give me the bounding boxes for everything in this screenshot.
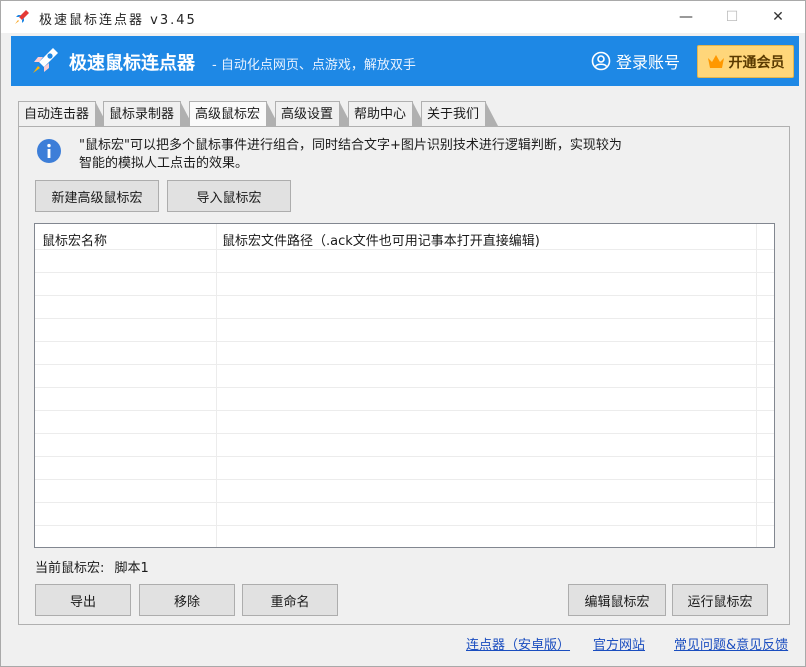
official-website-link[interactable]: 官方网站 bbox=[593, 634, 645, 653]
export-button[interactable]: 导出 bbox=[35, 584, 131, 616]
row-divider bbox=[35, 249, 774, 250]
macro-table[interactable]: 鼠标宏名称 鼠标宏文件路径（.ack文件也可用记事本打开直接编辑) bbox=[34, 223, 775, 548]
table-header: 鼠标宏名称 鼠标宏文件路径（.ack文件也可用记事本打开直接编辑) bbox=[35, 224, 755, 249]
rocket-logo-icon bbox=[33, 48, 58, 73]
run-macro-button[interactable]: 运行鼠标宏 bbox=[672, 584, 768, 616]
info-line-1: "鼠标宏"可以把多个鼠标事件进行组合，同时结合文字+图片识别技术进行逻辑判断，实… bbox=[79, 138, 622, 153]
tab-advanced-macro[interactable]: 高级鼠标宏 bbox=[189, 101, 279, 126]
header-banner: 极速鼠标连点器 - 自动化点网页、点游戏，解放双手 登录账号 开通会员 bbox=[11, 36, 799, 86]
tab-advanced-settings[interactable]: 高级设置 bbox=[275, 101, 352, 126]
rename-button[interactable]: 重命名 bbox=[242, 584, 338, 616]
banner-title: 极速鼠标连点器 bbox=[69, 53, 195, 74]
row-divider bbox=[35, 502, 774, 503]
row-divider bbox=[35, 272, 774, 273]
minimize-button[interactable]: — bbox=[663, 1, 709, 33]
row-divider bbox=[35, 318, 774, 319]
faq-feedback-link[interactable]: 常见问题&意见反馈 bbox=[674, 634, 788, 653]
row-divider bbox=[35, 479, 774, 480]
edit-macro-button[interactable]: 编辑鼠标宏 bbox=[568, 584, 666, 616]
window-title: 极速鼠标连点器 v3.45 bbox=[39, 13, 197, 28]
info-line-2: 智能的模拟人工点击的效果。 bbox=[79, 156, 249, 171]
android-version-link[interactable]: 连点器（安卓版） bbox=[466, 634, 570, 653]
current-macro-label: 当前鼠标宏: bbox=[35, 561, 105, 576]
row-divider bbox=[35, 341, 774, 342]
tab-auto-clicker[interactable]: 自动连击器 bbox=[18, 101, 108, 126]
row-divider bbox=[35, 456, 774, 457]
crown-icon bbox=[707, 54, 724, 68]
user-icon bbox=[591, 51, 611, 71]
row-divider bbox=[35, 295, 774, 296]
column-header-path[interactable]: 鼠标宏文件路径（.ack文件也可用记事本打开直接编辑) bbox=[222, 230, 540, 249]
vip-label: 开通会员 bbox=[728, 54, 785, 71]
banner-slogan: - 自动化点网页、点游戏，解放双手 bbox=[212, 58, 416, 73]
close-button[interactable]: ✕ bbox=[755, 1, 801, 33]
login-label: 登录账号 bbox=[616, 53, 681, 72]
rocket-icon bbox=[15, 10, 29, 24]
info-icon bbox=[37, 139, 61, 163]
app-window: 极速鼠标连点器 v3.45 — ☐ ✕ 极速鼠标连点器 - 自动化点网页、点游戏… bbox=[0, 0, 806, 667]
row-divider bbox=[35, 525, 774, 526]
tab-mouse-recorder[interactable]: 鼠标录制器 bbox=[103, 101, 193, 126]
current-macro: 当前鼠标宏: 脚本1 bbox=[35, 557, 149, 576]
info-description: "鼠标宏"可以把多个鼠标事件进行组合，同时结合文字+图片识别技术进行逻辑判断，实… bbox=[79, 137, 679, 173]
tab-about-us[interactable]: 关于我们 bbox=[421, 101, 498, 126]
maximize-button[interactable]: ☐ bbox=[709, 1, 755, 33]
row-divider bbox=[35, 410, 774, 411]
new-macro-button[interactable]: 新建高级鼠标宏 bbox=[35, 180, 159, 212]
row-divider bbox=[35, 364, 774, 365]
current-macro-value: 脚本1 bbox=[114, 561, 149, 576]
column-header-name[interactable]: 鼠标宏名称 bbox=[42, 230, 107, 249]
row-divider bbox=[35, 387, 774, 388]
login-button[interactable]: 登录账号 bbox=[591, 49, 680, 73]
row-divider bbox=[35, 433, 774, 434]
remove-button[interactable]: 移除 bbox=[139, 584, 235, 616]
title-bar[interactable]: 极速鼠标连点器 v3.45 — ☐ ✕ bbox=[1, 1, 805, 33]
macro-panel: "鼠标宏"可以把多个鼠标事件进行组合，同时结合文字+图片识别技术进行逻辑判断，实… bbox=[18, 126, 790, 625]
import-macro-button[interactable]: 导入鼠标宏 bbox=[167, 180, 291, 212]
vip-button[interactable]: 开通会员 bbox=[697, 45, 794, 78]
tab-help-center[interactable]: 帮助中心 bbox=[348, 101, 425, 126]
